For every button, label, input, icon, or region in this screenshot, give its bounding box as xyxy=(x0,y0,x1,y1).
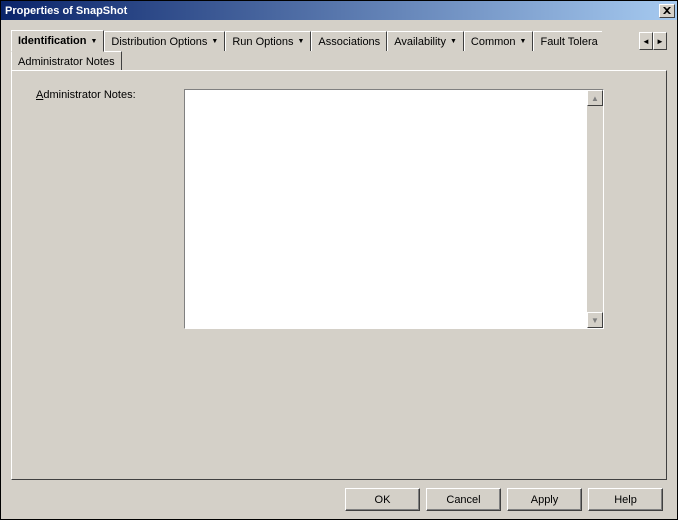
tab-identification[interactable]: Identification ▼ xyxy=(11,30,104,52)
chevron-down-icon: ▼ xyxy=(450,38,457,45)
help-button[interactable]: Help xyxy=(588,488,663,511)
tab-row-1: Identification ▼ Distribution Options ▼ … xyxy=(11,30,667,51)
client-area: Identification ▼ Distribution Options ▼ … xyxy=(1,20,677,519)
button-label: OK xyxy=(375,494,391,506)
titlebar-controls xyxy=(657,2,677,20)
button-label: Apply xyxy=(531,494,559,506)
ok-button[interactable]: OK xyxy=(345,488,420,511)
tab-row-2: Administrator Notes xyxy=(11,50,667,71)
tab-label: Identification xyxy=(18,35,86,47)
tab-common[interactable]: Common ▼ xyxy=(464,31,534,51)
button-label: Cancel xyxy=(446,494,480,506)
tab-scroll-right[interactable]: ► xyxy=(653,32,667,50)
button-label: Help xyxy=(614,494,637,506)
scroll-up-button[interactable]: ▲ xyxy=(587,90,603,106)
tab-label: Associations xyxy=(318,36,380,48)
tab-run-options[interactable]: Run Options ▼ xyxy=(225,31,311,51)
tab-scroll: ◄ ► xyxy=(639,31,667,51)
tab-label: Fault Tolera xyxy=(540,36,597,48)
form-row-notes: Administrator Notes: ▲ ▼ xyxy=(36,89,642,329)
window-frame: Properties of SnapShot Identification ▼ … xyxy=(0,0,678,520)
notes-label: Administrator Notes: xyxy=(36,89,176,101)
scroll-down-button[interactable]: ▼ xyxy=(587,312,603,328)
close-icon xyxy=(663,7,671,14)
close-button[interactable] xyxy=(659,4,675,18)
window-title: Properties of SnapShot xyxy=(5,5,657,17)
chevron-left-icon: ◄ xyxy=(642,37,650,46)
cancel-button[interactable]: Cancel xyxy=(426,488,501,511)
tab-scroll-left[interactable]: ◄ xyxy=(639,32,653,50)
tab-label: Run Options xyxy=(232,36,293,48)
tab-label: Common xyxy=(471,36,516,48)
tab-label: Availability xyxy=(394,36,446,48)
chevron-down-icon: ▼ xyxy=(520,38,527,45)
tab-label: Administrator Notes xyxy=(18,56,115,68)
tab-administrator-notes[interactable]: Administrator Notes xyxy=(11,51,122,71)
tab-fault-tolerance[interactable]: Fault Tolera xyxy=(533,31,602,51)
chevron-down-icon: ▼ xyxy=(90,38,97,45)
administrator-notes-input[interactable] xyxy=(185,90,587,328)
tab-container: Identification ▼ Distribution Options ▼ … xyxy=(11,30,667,480)
chevron-down-icon: ▼ xyxy=(297,38,304,45)
notes-textarea-wrap: ▲ ▼ xyxy=(184,89,604,329)
tab-associations[interactable]: Associations xyxy=(311,31,387,51)
apply-button[interactable]: Apply xyxy=(507,488,582,511)
chevron-right-icon: ► xyxy=(656,37,664,46)
chevron-down-icon: ▼ xyxy=(591,316,599,325)
tab-availability[interactable]: Availability ▼ xyxy=(387,31,464,51)
tab-distribution-options[interactable]: Distribution Options ▼ xyxy=(104,31,225,51)
dialog-buttons: OK Cancel Apply Help xyxy=(11,480,667,511)
chevron-up-icon: ▲ xyxy=(591,94,599,103)
tab-strip: Identification ▼ Distribution Options ▼ … xyxy=(11,30,667,71)
chevron-down-icon: ▼ xyxy=(211,38,218,45)
vertical-scrollbar[interactable]: ▲ ▼ xyxy=(587,90,603,328)
tab-label: Distribution Options xyxy=(111,36,207,48)
titlebar: Properties of SnapShot xyxy=(1,1,677,20)
tab-panel: Administrator Notes: ▲ ▼ xyxy=(11,70,667,480)
notes-label-text: dministrator Notes: xyxy=(43,89,135,101)
